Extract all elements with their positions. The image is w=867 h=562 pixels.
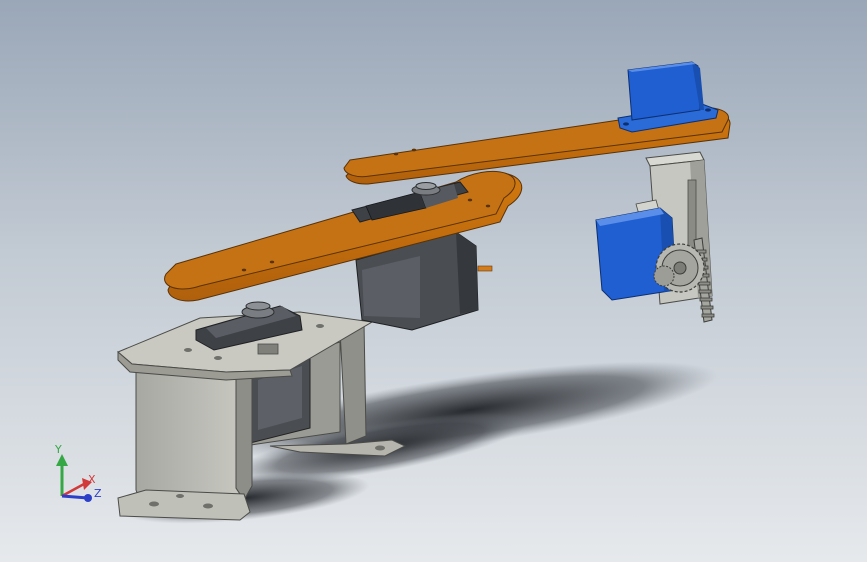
triad-y-label: Y: [54, 443, 62, 456]
coordinate-triad: Y X Z: [54, 443, 102, 502]
scara-arm-model[interactable]: Y X Z: [0, 0, 867, 562]
cad-viewport[interactable]: Y X Z: [0, 0, 867, 562]
triad-x-label: X: [88, 473, 96, 486]
triad-z-label: Z: [94, 487, 102, 500]
